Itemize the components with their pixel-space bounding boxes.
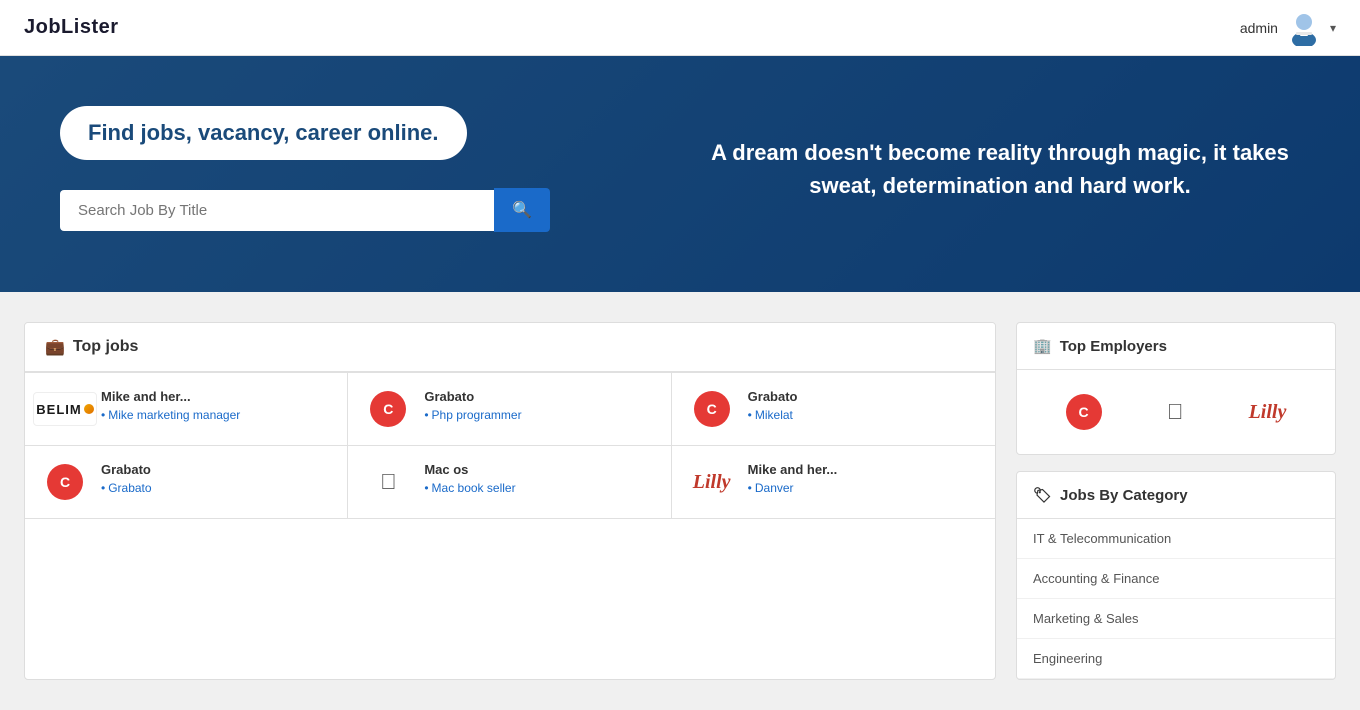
main-content: 💼 Top jobs BELIM Mike and her... Mike ma… [0, 292, 1360, 710]
job-company: Grabato [424, 389, 654, 404]
job-info: Grabato Php programmer [424, 389, 654, 422]
job-info: Grabato Grabato [101, 462, 331, 495]
category-item[interactable]: Marketing & Sales [1017, 599, 1335, 639]
category-list: IT & TelecommunicationAccounting & Finan… [1017, 519, 1335, 679]
jobs-by-category-header: 🏷 Jobs By Category [1017, 472, 1335, 519]
job-card[interactable]:  Mac os Mac book seller [348, 446, 671, 519]
job-title: Mikelat [748, 408, 979, 422]
lilly-logo: Lilly [693, 471, 731, 494]
belimo-logo: BELIM [33, 392, 96, 426]
hero-tagline-box: Find jobs, vacancy, career online. [60, 106, 467, 160]
username-label: admin [1240, 20, 1278, 36]
grabyo-logo: C [47, 464, 83, 500]
search-button[interactable]: 🔍 [494, 188, 550, 232]
brand-logo: JobLister [24, 16, 119, 39]
grabyo-logo: C [1066, 394, 1102, 430]
job-title: Php programmer [424, 408, 654, 422]
employer-logo-item[interactable]: Lilly [1249, 401, 1287, 424]
job-company: Grabato [101, 462, 331, 477]
job-card[interactable]: C Grabato Grabato [25, 446, 348, 519]
category-item[interactable]: Accounting & Finance [1017, 559, 1335, 599]
job-logo: BELIM [41, 389, 89, 429]
job-info: Mike and her... Mike marketing manager [101, 389, 331, 422]
search-input[interactable] [60, 190, 494, 231]
job-company: Mike and her... [748, 462, 979, 477]
jobs-by-category-label: Jobs By Category [1060, 487, 1188, 504]
jobs-grid: BELIM Mike and her... Mike marketing man… [25, 372, 995, 519]
job-card[interactable]: C Grabato Mikelat [672, 373, 995, 446]
avatar-icon [1286, 10, 1322, 46]
job-title: Danver [748, 481, 979, 495]
hero-tagline: Find jobs, vacancy, career online. [88, 120, 439, 145]
top-employers-header: 🏢 Top Employers [1017, 323, 1335, 370]
grabyo-logo: C [370, 391, 406, 427]
search-icon: 🔍 [512, 202, 532, 219]
job-card[interactable]: C Grabato Php programmer [348, 373, 671, 446]
grabyo-logo: C [694, 391, 730, 427]
job-company: Grabato [748, 389, 979, 404]
building-icon: 🏢 [1033, 337, 1052, 355]
job-logo: Lilly [688, 462, 736, 502]
macos-logo:  [1167, 399, 1184, 425]
job-info: Grabato Mikelat [748, 389, 979, 422]
tag-icon: 🏷 [1033, 486, 1052, 504]
lilly-logo: Lilly [1249, 401, 1287, 424]
macos-logo:  [380, 469, 397, 495]
job-company: Mike and her... [101, 389, 331, 404]
job-company: Mac os [424, 462, 654, 477]
top-jobs-panel: 💼 Top jobs BELIM Mike and her... Mike ma… [24, 322, 996, 680]
right-sidebar: 🏢 Top Employers C  Lilly 🏷 Jobs By Catego… [1016, 322, 1336, 680]
job-logo: C [688, 389, 736, 429]
employers-logos: C  Lilly [1017, 370, 1335, 454]
chevron-down-icon[interactable]: ▾ [1330, 21, 1336, 35]
hero-section: Find jobs, vacancy, career online. 🔍 A d… [0, 56, 1360, 292]
job-info: Mike and her... Danver [748, 462, 979, 495]
hero-right: A dream doesn't become reality through m… [660, 136, 1300, 202]
job-card[interactable]: Lilly Mike and her... Danver [672, 446, 995, 519]
job-title: Mac book seller [424, 481, 654, 495]
hero-quote: A dream doesn't become reality through m… [700, 136, 1300, 202]
top-jobs-header: 💼 Top jobs [25, 323, 995, 372]
category-item[interactable]: Engineering [1017, 639, 1335, 679]
job-logo:  [364, 462, 412, 502]
employer-logo-item[interactable]: C [1066, 394, 1102, 430]
top-jobs-label: Top jobs [73, 338, 138, 356]
search-bar: 🔍 [60, 188, 550, 232]
briefcase-icon: 💼 [45, 337, 65, 357]
category-item[interactable]: IT & Telecommunication [1017, 519, 1335, 559]
user-menu[interactable]: admin ▾ [1240, 10, 1336, 46]
job-title: Grabato [101, 481, 331, 495]
job-logo: C [41, 462, 89, 502]
top-employers-panel: 🏢 Top Employers C  Lilly [1016, 322, 1336, 455]
jobs-by-category-panel: 🏷 Jobs By Category IT & Telecommunicatio… [1016, 471, 1336, 680]
hero-left: Find jobs, vacancy, career online. 🔍 [60, 106, 660, 232]
navbar: JobLister admin ▾ [0, 0, 1360, 56]
top-employers-label: Top Employers [1060, 338, 1167, 355]
job-info: Mac os Mac book seller [424, 462, 654, 495]
job-title: Mike marketing manager [101, 408, 331, 422]
job-card[interactable]: BELIM Mike and her... Mike marketing man… [25, 373, 348, 446]
job-logo: C [364, 389, 412, 429]
employer-logo-item[interactable]:  [1167, 399, 1184, 425]
